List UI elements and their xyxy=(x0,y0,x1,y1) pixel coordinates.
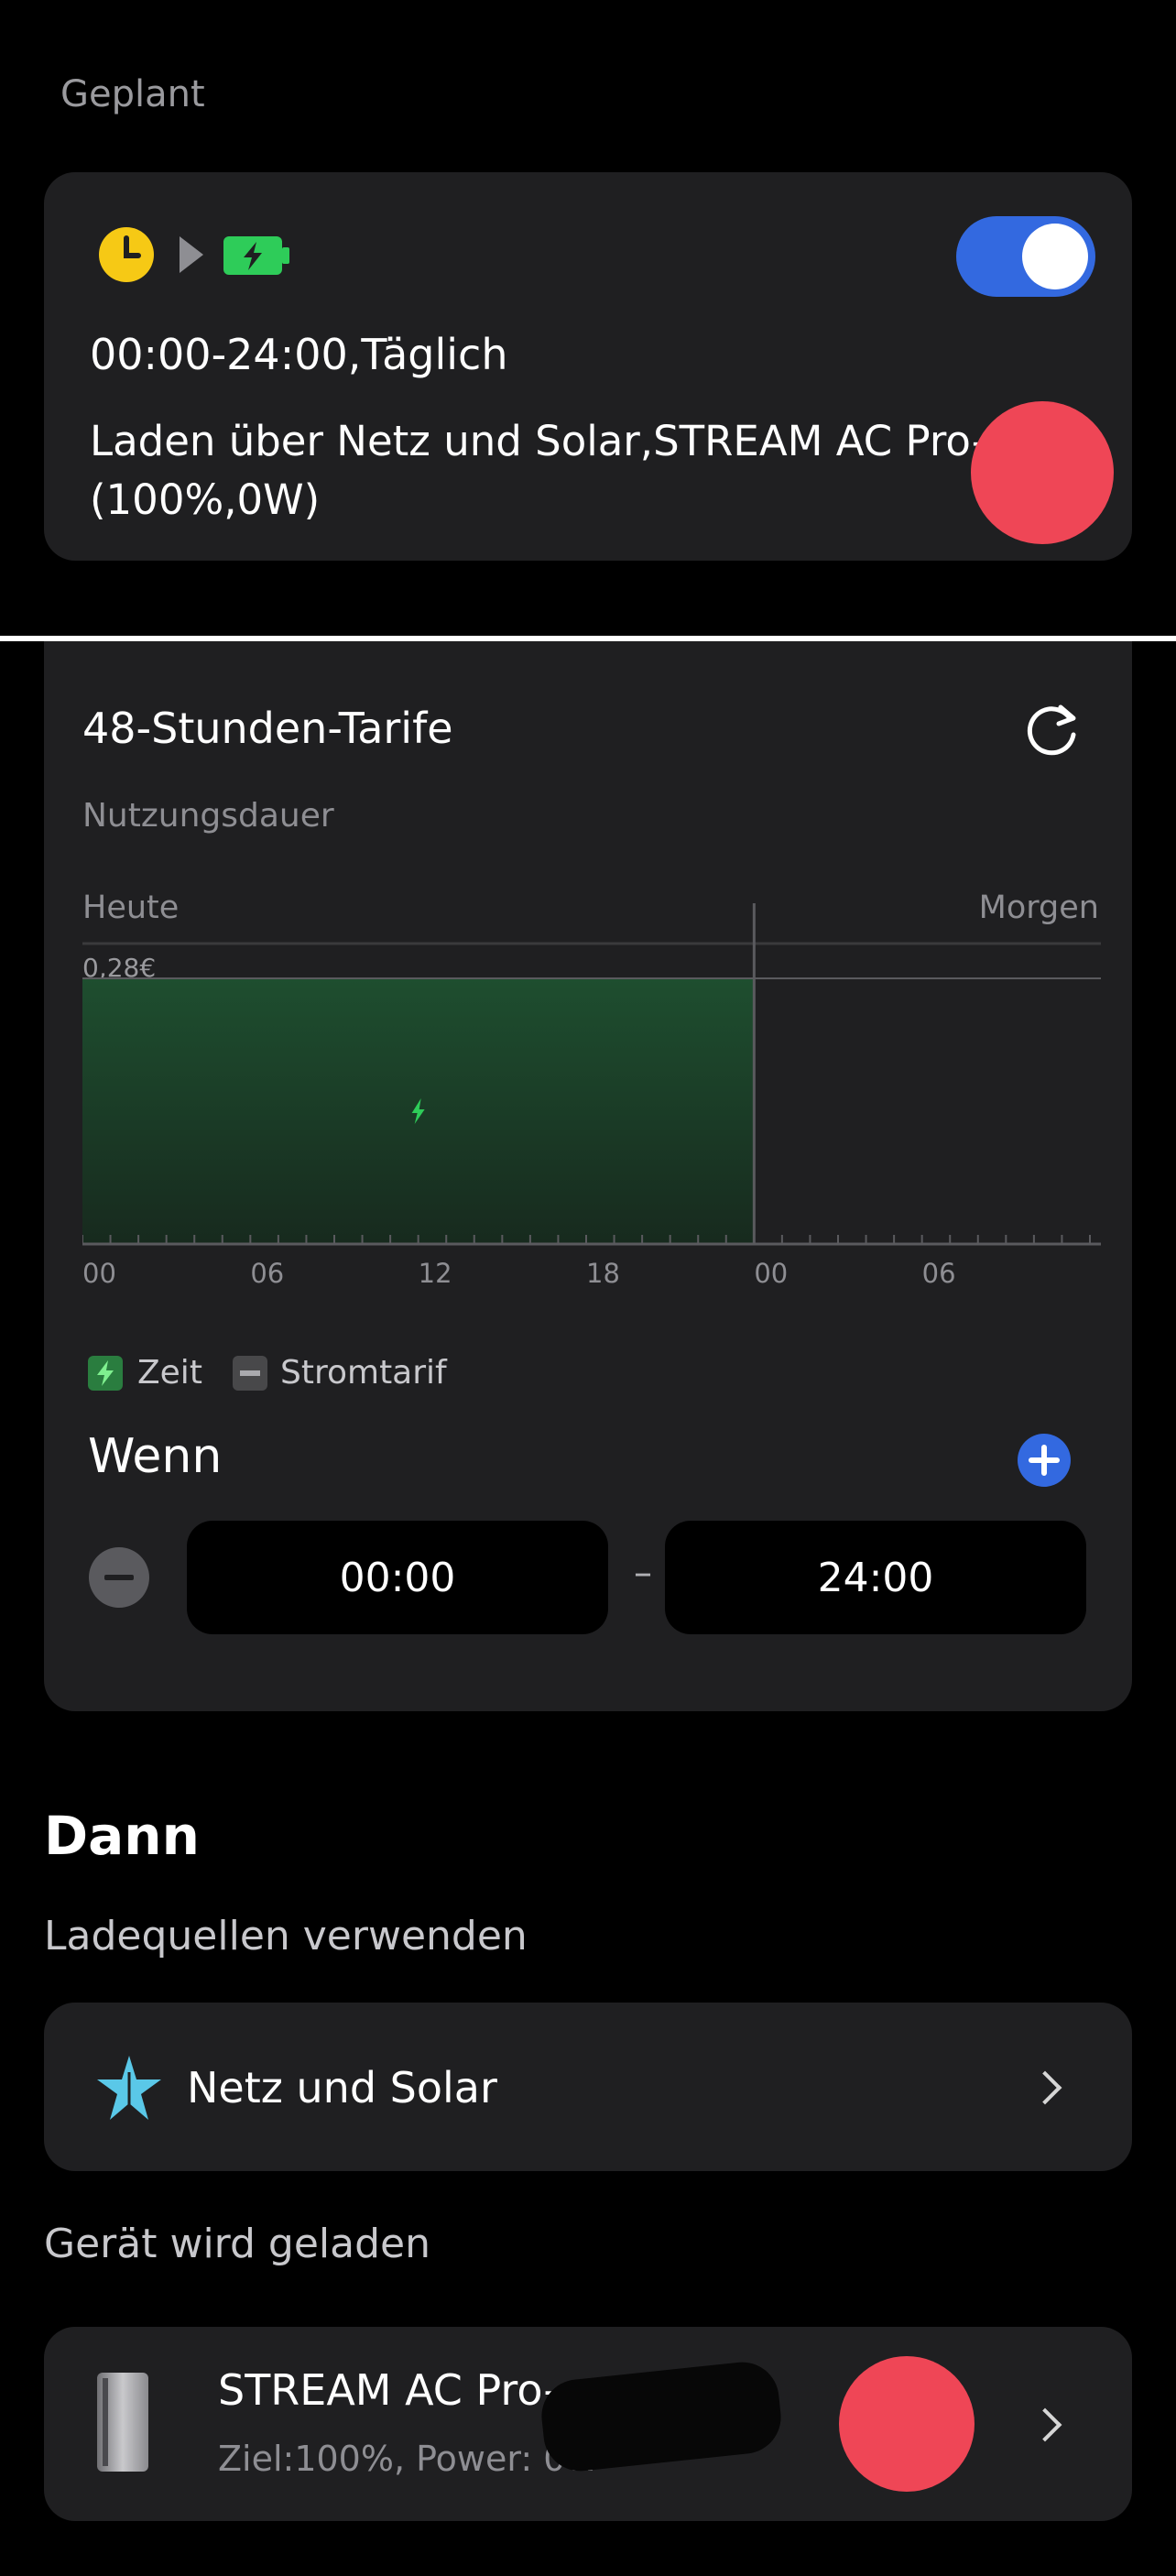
x-tick-label: 18 xyxy=(586,1258,620,1289)
end-time-field[interactable]: 24:00 xyxy=(665,1521,1086,1634)
dann-title: Dann xyxy=(44,1805,200,1867)
schedule-description-line2: (100%,0W) xyxy=(90,475,321,524)
clock-icon xyxy=(99,227,154,282)
redaction-scribble xyxy=(538,2358,785,2475)
label-today: Heute xyxy=(82,890,179,926)
device-row[interactable]: STREAM AC Pro- Ziel:100%, Power: 0W xyxy=(44,2327,1132,2521)
x-tick-label: 06 xyxy=(250,1258,284,1289)
play-arrow-icon xyxy=(180,236,203,273)
chart-marks: 00 06 12 18 00 06 xyxy=(82,903,1101,1289)
legend-stromtarif-icon xyxy=(233,1356,267,1391)
start-time-field[interactable]: 00:00 xyxy=(187,1521,608,1634)
sources-label: Ladequellen verwenden xyxy=(44,1913,528,1959)
label-tomorrow: Morgen xyxy=(979,890,1099,926)
device-image xyxy=(97,2373,148,2472)
wenn-title: Wenn xyxy=(88,1429,223,1484)
x-tick-label: 12 xyxy=(419,1258,452,1289)
tariff-card: 48-Stunden-Tarife Nutzungsdauer Heute Mo… xyxy=(44,641,1132,1711)
schedule-time-range: 00:00-24:00,Täglich xyxy=(90,330,508,379)
grid-solar-icon xyxy=(97,2056,161,2120)
x-tick-label: 00 xyxy=(82,1258,116,1289)
schedule-toggle[interactable] xyxy=(956,216,1095,297)
refresh-icon[interactable] xyxy=(1024,700,1083,759)
tariff-title: 48-Stunden-Tarife xyxy=(82,704,453,753)
chevron-right-icon xyxy=(1028,2407,1062,2442)
remove-condition-button[interactable] xyxy=(88,1546,150,1609)
tariff-chart: Heute Morgen 0,28€ 00 06 12 18 00 06 xyxy=(82,890,1101,1289)
device-name: STREAM AC Pro- xyxy=(218,2365,559,2415)
device-detail: Ziel:100%, Power: 0W xyxy=(218,2439,600,2479)
legend-zeit-label: Zeit xyxy=(137,1354,202,1392)
x-tick-label: 06 xyxy=(922,1258,956,1289)
schedule-description: Laden über Netz und Solar,STREAM AC Pro-… xyxy=(90,412,1042,529)
chevron-right-icon xyxy=(1028,2070,1062,2105)
charging-source-row[interactable]: Netz und Solar xyxy=(44,2003,1132,2171)
toggle-knob xyxy=(1022,224,1088,289)
scheduled-section-title: Geplant xyxy=(60,73,205,115)
device-label: Gerät wird geladen xyxy=(44,2221,430,2267)
time-separator: – xyxy=(634,1552,652,1594)
add-condition-button[interactable] xyxy=(1017,1433,1072,1488)
charging-source-value: Netz und Solar xyxy=(187,2063,497,2112)
redaction-dot xyxy=(839,2356,975,2492)
tariff-subtitle: Nutzungsdauer xyxy=(82,797,334,835)
redaction-dot xyxy=(971,401,1114,544)
battery-charging-icon xyxy=(223,236,289,275)
x-tick-label: 00 xyxy=(754,1258,788,1289)
schedule-description-line1: Laden über Netz und Solar,STREAM AC Pro- xyxy=(90,417,986,465)
legend-stromtarif-label: Stromtarif xyxy=(280,1354,447,1392)
scheduled-task-card[interactable]: 00:00-24:00,Täglich Laden über Netz und … xyxy=(44,172,1132,561)
legend-zeit-icon xyxy=(88,1356,123,1391)
